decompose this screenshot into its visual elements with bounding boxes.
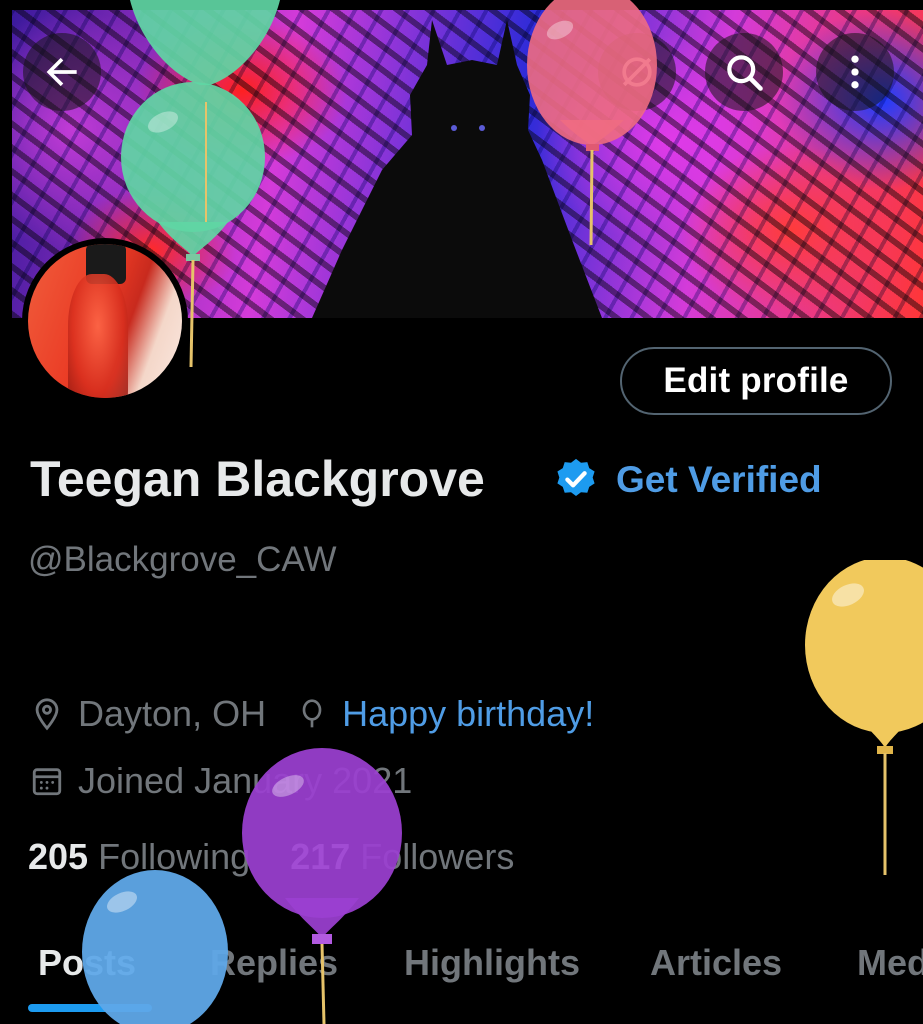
following-count: 205: [28, 836, 89, 877]
following-link[interactable]: 205 Following: [28, 836, 250, 877]
follow-stats: 205 Following 217 Followers: [28, 836, 514, 878]
more-button[interactable]: [816, 33, 894, 111]
back-button[interactable]: [23, 33, 101, 111]
active-tab-indicator: [28, 1004, 152, 1012]
tab-replies[interactable]: Replies: [210, 942, 338, 984]
profile-name: Teegan Blackgrove: [30, 451, 485, 507]
edit-profile-button[interactable]: Edit profile: [620, 347, 892, 415]
banner-silhouette: [312, 20, 602, 318]
more-vertical-icon: [851, 55, 859, 89]
following-label: Following: [98, 836, 251, 877]
balloon-decoration-yellow: [805, 560, 923, 875]
balloon-icon: [296, 697, 328, 731]
avatar: [28, 244, 182, 398]
joined-row: Joined January 2021: [30, 760, 412, 802]
location-pin-icon: [30, 697, 64, 731]
location-text: Dayton, OH: [78, 693, 267, 734]
grok-button[interactable]: [598, 33, 676, 111]
search-button[interactable]: [705, 33, 783, 111]
search-icon: [727, 55, 763, 91]
tab-highlights[interactable]: Highlights: [404, 942, 580, 984]
followers-count: 217: [290, 836, 351, 877]
profile-handle: @Blackgrove_CAW: [28, 540, 337, 579]
joined-text: Joined January 2021: [78, 760, 413, 801]
grok-icon: [622, 57, 652, 87]
tab-articles[interactable]: Articles: [650, 942, 782, 984]
followers-label: Followers: [360, 836, 515, 877]
birthday-link[interactable]: Happy birthday!: [342, 693, 594, 735]
followers-link[interactable]: 217 Followers: [290, 836, 514, 877]
tab-posts[interactable]: Posts: [38, 942, 136, 984]
back-arrow-icon: [46, 57, 77, 87]
verified-badge-icon[interactable]: [553, 456, 599, 502]
calendar-icon: [30, 764, 64, 798]
avatar-container[interactable]: [22, 238, 188, 404]
tab-media[interactable]: Media: [857, 942, 923, 984]
get-verified-link[interactable]: Get Verified: [616, 459, 822, 501]
location-row: Dayton, OH Happy birthday!: [30, 693, 594, 735]
